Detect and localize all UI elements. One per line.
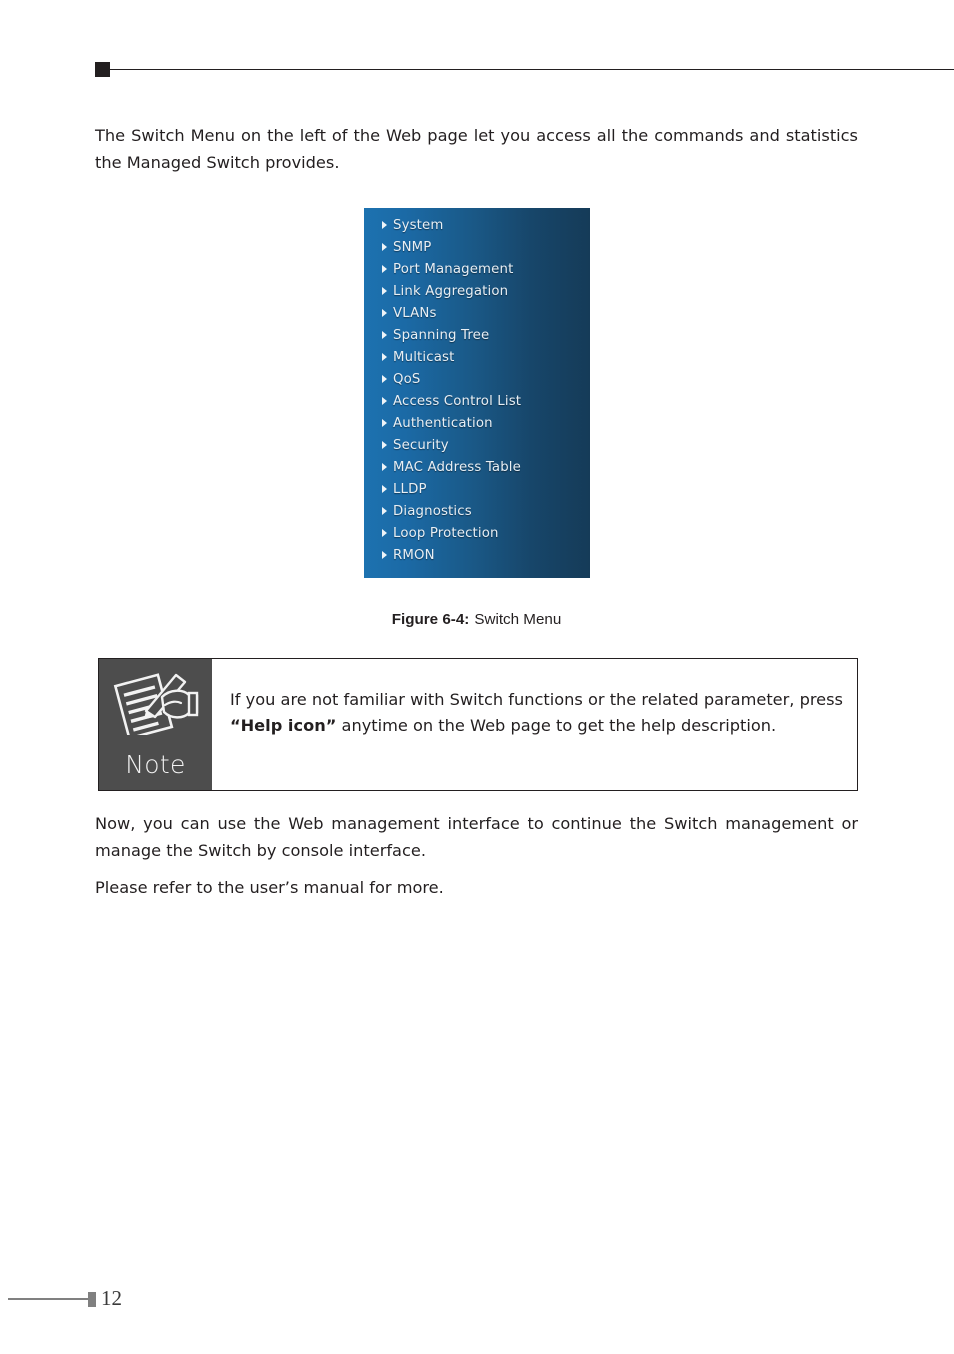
header-square-marker-icon (95, 62, 110, 77)
triangle-right-icon (382, 485, 387, 493)
switch-menu-item[interactable]: VLANs (364, 302, 590, 324)
footer-square-marker-icon (88, 1292, 96, 1307)
page-footer: 12 (0, 1286, 954, 1316)
switch-menu-item-label: Spanning Tree (393, 327, 490, 343)
switch-menu-item-label: Authentication (393, 415, 493, 431)
triangle-right-icon (382, 287, 387, 295)
switch-menu-item-label: VLANs (393, 305, 437, 321)
switch-menu-item-label: Diagnostics (393, 503, 472, 519)
switch-menu-item-label: LLDP (393, 481, 427, 497)
notepad-pen-hand-icon (113, 667, 199, 740)
note-label: Note (125, 750, 186, 779)
switch-menu-item-label: MAC Address Table (393, 459, 521, 475)
note-text-part1: If you are not familiar with Switch func… (230, 690, 843, 709)
triangle-right-icon (382, 375, 387, 383)
switch-menu-item-label: RMON (393, 547, 435, 563)
triangle-right-icon (382, 265, 387, 273)
triangle-right-icon (382, 309, 387, 317)
manual-reference-paragraph: Please refer to the user’s manual for mo… (95, 878, 444, 897)
switch-menu-item[interactable]: Security (364, 434, 590, 456)
switch-menu-item[interactable]: MAC Address Table (364, 456, 590, 478)
switch-menu-item[interactable]: RMON (364, 544, 590, 566)
intro-paragraph: The Switch Menu on the left of the Web p… (95, 126, 858, 172)
switch-menu-item[interactable]: LLDP (364, 478, 590, 500)
note-text-bold: “Help icon” (230, 716, 337, 735)
triangle-right-icon (382, 397, 387, 405)
figure-title: Switch Menu (474, 611, 562, 628)
switch-menu-item[interactable]: Multicast (364, 346, 590, 368)
page-number: 12 (101, 1286, 122, 1310)
triangle-right-icon (382, 353, 387, 361)
triangle-right-icon (382, 221, 387, 229)
note-icon-panel: Note (99, 659, 212, 790)
triangle-right-icon (382, 243, 387, 251)
triangle-right-icon (382, 419, 387, 427)
switch-menu-item[interactable]: Loop Protection (364, 522, 590, 544)
figure-number: Figure 6-4: (391, 611, 470, 628)
header-divider-line (110, 69, 954, 71)
switch-menu-panel: System SNMP Port Management Link Aggregatio… (364, 208, 590, 578)
note-text-part2: anytime on the Web page to get the help … (336, 716, 777, 735)
switch-menu-item[interactable]: Port Management (364, 258, 590, 280)
triangle-right-icon (382, 529, 387, 537)
triangle-right-icon (382, 551, 387, 559)
closing-paragraph: Now, you can use the Web management inte… (95, 814, 858, 860)
note-callout-box: Note If you are not familiar with Switch… (98, 658, 858, 791)
switch-menu-item-label: QoS (393, 371, 421, 387)
switch-menu-item-label: Multicast (393, 349, 455, 365)
switch-menu-item-label: Loop Protection (393, 525, 499, 541)
figure-caption: Figure 6-4: Switch Menu (95, 611, 858, 628)
switch-menu-item[interactable]: QoS (364, 368, 590, 390)
switch-menu-item-label: Access Control List (393, 393, 522, 409)
triangle-right-icon (382, 441, 387, 449)
switch-menu-item[interactable]: SNMP (364, 236, 590, 258)
switch-menu-item-label: System (393, 217, 444, 233)
switch-menu-item[interactable]: System (364, 214, 590, 236)
note-text: If you are not familiar with Switch func… (212, 659, 857, 790)
triangle-right-icon (382, 463, 387, 471)
switch-menu-item-label: Port Management (393, 261, 514, 277)
switch-menu-item[interactable]: Authentication (364, 412, 590, 434)
switch-menu-item[interactable]: Link Aggregation (364, 280, 590, 302)
switch-menu-item[interactable]: Access Control List (364, 390, 590, 412)
switch-menu-item[interactable]: Spanning Tree (364, 324, 590, 346)
switch-menu-item[interactable]: Diagnostics (364, 500, 590, 522)
triangle-right-icon (382, 331, 387, 339)
page-header-rule (95, 58, 954, 82)
triangle-right-icon (382, 507, 387, 515)
switch-menu-item-label: Link Aggregation (393, 283, 509, 299)
footer-divider-line (8, 1298, 90, 1300)
switch-menu-item-label: Security (393, 437, 449, 453)
switch-menu-item-label: SNMP (393, 239, 432, 255)
